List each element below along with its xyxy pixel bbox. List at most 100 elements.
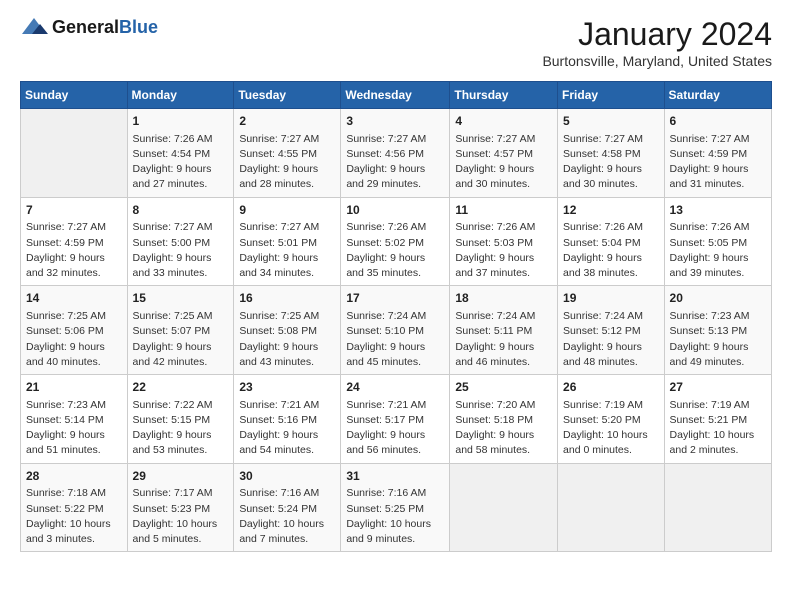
day-number: 28 (26, 468, 122, 485)
calendar-week-row: 28Sunrise: 7:18 AM Sunset: 5:22 PM Dayli… (21, 463, 772, 552)
title-area: January 2024 Burtonsville, Maryland, Uni… (542, 16, 772, 69)
calendar-cell: 29Sunrise: 7:17 AM Sunset: 5:23 PM Dayli… (127, 463, 234, 552)
calendar-cell: 16Sunrise: 7:25 AM Sunset: 5:08 PM Dayli… (234, 286, 341, 375)
day-info: Sunrise: 7:17 AM Sunset: 5:23 PM Dayligh… (133, 486, 229, 547)
calendar-cell (21, 109, 128, 198)
day-number: 13 (670, 202, 766, 219)
day-number: 26 (563, 379, 659, 396)
calendar-cell: 9Sunrise: 7:27 AM Sunset: 5:01 PM Daylig… (234, 197, 341, 286)
calendar-cell: 28Sunrise: 7:18 AM Sunset: 5:22 PM Dayli… (21, 463, 128, 552)
calendar-cell: 23Sunrise: 7:21 AM Sunset: 5:16 PM Dayli… (234, 375, 341, 464)
calendar-cell: 8Sunrise: 7:27 AM Sunset: 5:00 PM Daylig… (127, 197, 234, 286)
day-info: Sunrise: 7:19 AM Sunset: 5:21 PM Dayligh… (670, 398, 766, 459)
calendar-week-row: 1 Sunrise: 7:26 AM Sunset: 4:54 PM Daylig… (21, 109, 772, 198)
day-info: Sunrise: 7:26 AM Sunset: 4:54 PM Dayligh… (133, 132, 229, 193)
calendar-cell: 6 Sunrise: 7:27 AM Sunset: 4:59 PM Daylig… (664, 109, 771, 198)
day-info: Sunrise: 7:27 AM Sunset: 4:59 PM Dayligh… (26, 220, 122, 281)
calendar-week-row: 14 Sunrise: 7:25 AM Sunset: 5:06 PM Dayli… (21, 286, 772, 375)
day-of-week-header: Saturday (664, 82, 771, 109)
day-info: Sunrise: 7:23 AM Sunset: 5:14 PM Dayligh… (26, 398, 122, 459)
day-info: Sunrise: 7:25 AM Sunset: 5:08 PM Dayligh… (239, 309, 335, 370)
day-number: 10 (346, 202, 444, 219)
day-info: Sunrise: 7:25 AM Sunset: 5:06 PM Dayligh… (26, 309, 122, 370)
day-of-week-header: Wednesday (341, 82, 450, 109)
day-of-week-header: Friday (558, 82, 665, 109)
month-year: January 2024 (542, 16, 772, 53)
calendar-cell (664, 463, 771, 552)
calendar-cell: 31Sunrise: 7:16 AM Sunset: 5:25 PM Dayli… (341, 463, 450, 552)
calendar-cell: 17 Sunrise: 7:24 AM Sunset: 5:10 PM Dayli… (341, 286, 450, 375)
day-number: 25 (455, 379, 552, 396)
day-number: 24 (346, 379, 444, 396)
day-of-week-header: Tuesday (234, 82, 341, 109)
day-number: 12 (563, 202, 659, 219)
day-number: 30 (239, 468, 335, 485)
day-number: 9 (239, 202, 335, 219)
day-number: 17 (346, 290, 444, 307)
calendar-cell: 4 Sunrise: 7:27 AM Sunset: 4:57 PM Daylig… (450, 109, 558, 198)
day-info: Sunrise: 7:27 AM Sunset: 4:55 PM Dayligh… (239, 132, 335, 193)
calendar-body: 1 Sunrise: 7:26 AM Sunset: 4:54 PM Daylig… (21, 109, 772, 552)
calendar-cell: 20 Sunrise: 7:23 AM Sunset: 5:13 PM Dayli… (664, 286, 771, 375)
day-info: Sunrise: 7:19 AM Sunset: 5:20 PM Dayligh… (563, 398, 659, 459)
day-info: Sunrise: 7:20 AM Sunset: 5:18 PM Dayligh… (455, 398, 552, 459)
calendar-cell (558, 463, 665, 552)
calendar-cell: 27 Sunrise: 7:19 AM Sunset: 5:21 PM Dayli… (664, 375, 771, 464)
calendar-cell: 25 Sunrise: 7:20 AM Sunset: 5:18 PM Dayli… (450, 375, 558, 464)
calendar-cell: 12Sunrise: 7:26 AM Sunset: 5:04 PM Dayli… (558, 197, 665, 286)
calendar-cell (450, 463, 558, 552)
day-number: 1 (133, 113, 229, 130)
logo: GeneralBlue (20, 16, 158, 38)
day-number: 2 (239, 113, 335, 130)
day-info: Sunrise: 7:24 AM Sunset: 5:12 PM Dayligh… (563, 309, 659, 370)
calendar-cell: 3Sunrise: 7:27 AM Sunset: 4:56 PM Daylig… (341, 109, 450, 198)
day-number: 19 (563, 290, 659, 307)
day-number: 27 (670, 379, 766, 396)
day-info: Sunrise: 7:23 AM Sunset: 5:13 PM Dayligh… (670, 309, 766, 370)
calendar-cell: 11Sunrise: 7:26 AM Sunset: 5:03 PM Dayli… (450, 197, 558, 286)
day-info: Sunrise: 7:27 AM Sunset: 4:59 PM Dayligh… (670, 132, 766, 193)
day-number: 8 (133, 202, 229, 219)
day-number: 6 (670, 113, 766, 130)
day-info: Sunrise: 7:27 AM Sunset: 4:57 PM Dayligh… (455, 132, 552, 193)
day-number: 22 (133, 379, 229, 396)
day-number: 5 (563, 113, 659, 130)
day-info: Sunrise: 7:27 AM Sunset: 4:56 PM Dayligh… (346, 132, 444, 193)
day-info: Sunrise: 7:24 AM Sunset: 5:10 PM Dayligh… (346, 309, 444, 370)
day-info: Sunrise: 7:26 AM Sunset: 5:03 PM Dayligh… (455, 220, 552, 281)
logo-text-blue: Blue (119, 17, 158, 37)
day-number: 21 (26, 379, 122, 396)
calendar-cell: 13Sunrise: 7:26 AM Sunset: 5:05 PM Dayli… (664, 197, 771, 286)
day-info: Sunrise: 7:27 AM Sunset: 5:01 PM Dayligh… (239, 220, 335, 281)
day-number: 4 (455, 113, 552, 130)
day-info: Sunrise: 7:16 AM Sunset: 5:24 PM Dayligh… (239, 486, 335, 547)
calendar-cell: 10Sunrise: 7:26 AM Sunset: 5:02 PM Dayli… (341, 197, 450, 286)
day-info: Sunrise: 7:24 AM Sunset: 5:11 PM Dayligh… (455, 309, 552, 370)
day-info: Sunrise: 7:22 AM Sunset: 5:15 PM Dayligh… (133, 398, 229, 459)
header: GeneralBlue January 2024 Burtonsville, M… (20, 16, 772, 69)
calendar-cell: 24 Sunrise: 7:21 AM Sunset: 5:17 PM Dayli… (341, 375, 450, 464)
day-info: Sunrise: 7:18 AM Sunset: 5:22 PM Dayligh… (26, 486, 122, 547)
calendar-cell: 2 Sunrise: 7:27 AM Sunset: 4:55 PM Daylig… (234, 109, 341, 198)
day-of-week-header: Monday (127, 82, 234, 109)
day-number: 20 (670, 290, 766, 307)
calendar-cell: 15Sunrise: 7:25 AM Sunset: 5:07 PM Dayli… (127, 286, 234, 375)
day-info: Sunrise: 7:21 AM Sunset: 5:17 PM Dayligh… (346, 398, 444, 459)
calendar-cell: 26 Sunrise: 7:19 AM Sunset: 5:20 PM Dayli… (558, 375, 665, 464)
calendar-cell: 19 Sunrise: 7:24 AM Sunset: 5:12 PM Dayli… (558, 286, 665, 375)
calendar-header-row: SundayMondayTuesdayWednesdayThursdayFrid… (21, 82, 772, 109)
day-of-week-header: Thursday (450, 82, 558, 109)
logo-text-general: General (52, 17, 119, 37)
day-info: Sunrise: 7:16 AM Sunset: 5:25 PM Dayligh… (346, 486, 444, 547)
calendar-cell: 18Sunrise: 7:24 AM Sunset: 5:11 PM Dayli… (450, 286, 558, 375)
day-info: Sunrise: 7:26 AM Sunset: 5:02 PM Dayligh… (346, 220, 444, 281)
day-number: 7 (26, 202, 122, 219)
day-number: 11 (455, 202, 552, 219)
day-number: 14 (26, 290, 122, 307)
day-info: Sunrise: 7:27 AM Sunset: 5:00 PM Dayligh… (133, 220, 229, 281)
day-number: 15 (133, 290, 229, 307)
day-of-week-header: Sunday (21, 82, 128, 109)
day-number: 23 (239, 379, 335, 396)
location: Burtonsville, Maryland, United States (542, 53, 772, 69)
day-info: Sunrise: 7:26 AM Sunset: 5:04 PM Dayligh… (563, 220, 659, 281)
